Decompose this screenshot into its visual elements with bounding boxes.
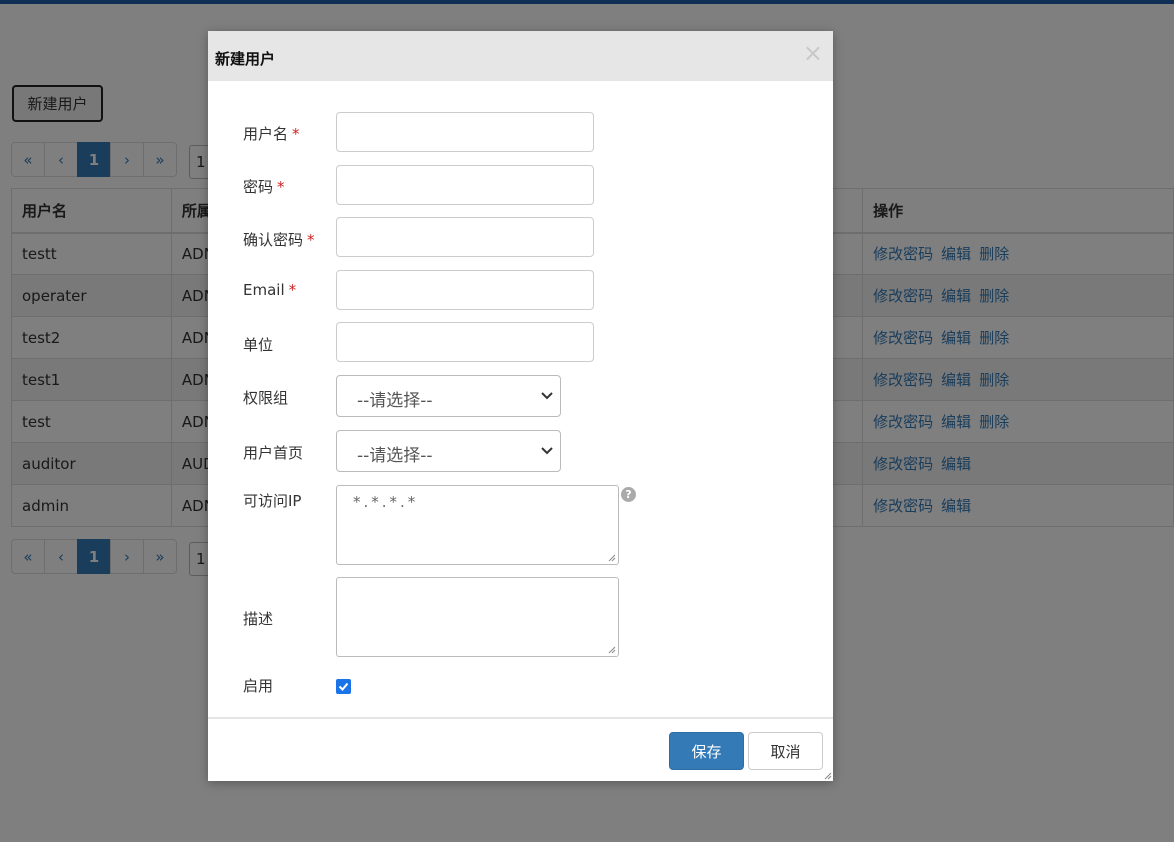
permission-group-selected: --请选择-- (357, 391, 433, 411)
unit-input[interactable] (336, 322, 594, 362)
dialog-title: 新建用户 (215, 50, 276, 68)
home-page-label: 用户首页 (243, 444, 304, 462)
save-button[interactable]: 保存 (669, 732, 744, 770)
username-input[interactable] (336, 112, 594, 152)
new-user-dialog: 新建用户 × 用户名 * 密码 * 确认密码 * Email * 单位 权限组 --请选… (208, 31, 833, 781)
chevron-down-icon (541, 447, 553, 455)
resize-grip-icon[interactable] (607, 553, 616, 562)
description-textarea[interactable] (336, 577, 619, 657)
email-input[interactable] (336, 270, 594, 310)
checkmark-icon (338, 682, 349, 691)
email-label: Email * (243, 281, 296, 299)
password-label: 密码 * (243, 176, 285, 197)
confirm-password-label-text: 确认密码 (243, 231, 304, 249)
allowed-ip-textarea[interactable]: *.*.*.* (336, 485, 619, 565)
confirm-password-label: 确认密码 * (243, 229, 315, 250)
email-label-text: Email (243, 281, 285, 299)
required-marker: * (288, 281, 297, 299)
allowed-ip-placeholder: *.*.*.* (353, 493, 419, 511)
confirm-password-input[interactable] (336, 217, 594, 257)
required-marker: * (307, 231, 315, 249)
cancel-button[interactable]: 取消 (748, 732, 823, 770)
username-label-text: 用户名 (243, 125, 289, 143)
password-input[interactable] (336, 165, 594, 205)
unit-label: 单位 (243, 336, 274, 354)
chevron-down-icon (541, 392, 553, 400)
home-page-select[interactable]: --请选择-- (336, 430, 561, 472)
dialog-header: 新建用户 × (208, 31, 833, 81)
required-marker: * (292, 125, 300, 143)
description-label: 描述 (243, 610, 274, 628)
required-marker: * (277, 178, 285, 196)
help-icon[interactable]: ? (621, 487, 636, 502)
resize-grip-icon[interactable] (607, 645, 616, 654)
permission-group-label: 权限组 (243, 389, 289, 407)
enabled-checkbox[interactable] (336, 679, 351, 694)
dialog-resize-grip-icon[interactable] (823, 771, 832, 780)
username-label: 用户名 * (243, 123, 300, 144)
home-page-selected: --请选择-- (357, 446, 433, 466)
close-icon[interactable]: × (803, 41, 823, 65)
password-label-text: 密码 (243, 178, 274, 196)
enabled-label: 启用 (243, 677, 274, 695)
permission-group-select[interactable]: --请选择-- (336, 375, 561, 417)
allowed-ip-label: 可访问IP (243, 492, 302, 510)
dialog-footer-divider (208, 717, 833, 719)
